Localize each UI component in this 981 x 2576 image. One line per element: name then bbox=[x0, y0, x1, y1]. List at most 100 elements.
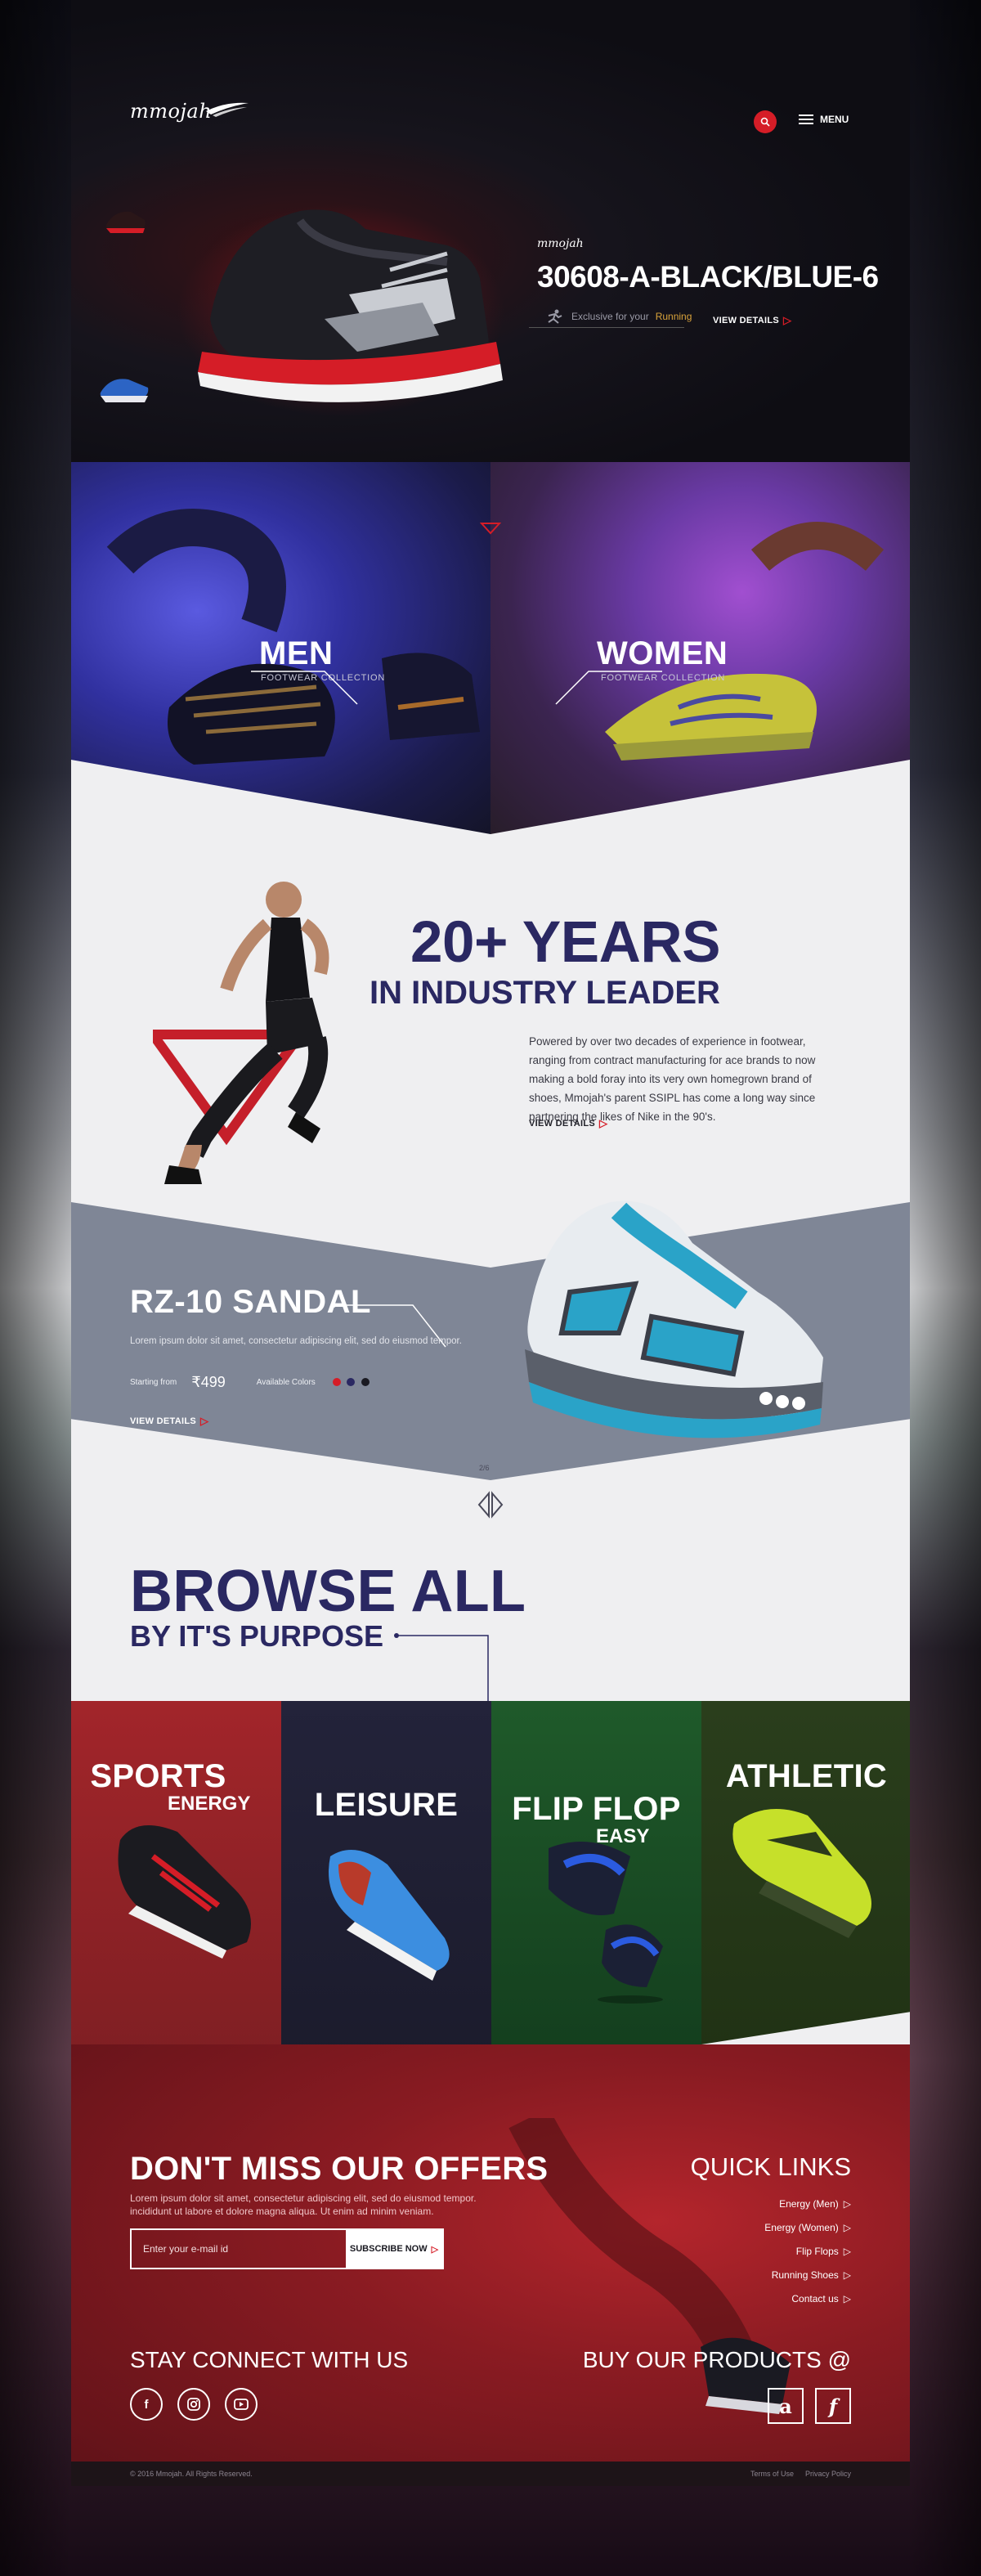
quick-links-list: Energy (Men) ▷ Energy (Women) ▷ Flip Flops… bbox=[764, 2192, 851, 2310]
flipflop-image bbox=[549, 1842, 663, 2004]
athletic-shoe-image bbox=[732, 1809, 871, 1938]
browse-subtitle: BY IT'S PURPOSE bbox=[130, 1619, 383, 1653]
chevron-right-icon: ▷ bbox=[783, 314, 792, 326]
quick-link-label: Contact us bbox=[791, 2292, 839, 2304]
terms-link[interactable]: Terms of Use bbox=[750, 2470, 794, 2478]
about-title-line2: IN INDUSTRY LEADER bbox=[370, 975, 720, 1011]
hero-shoe-image bbox=[177, 204, 504, 417]
starting-from-label: Starting from bbox=[130, 1378, 177, 1387]
view-details-label: VIEW DETAILS bbox=[529, 1119, 596, 1129]
flipkart-icon[interactable]: f bbox=[815, 2388, 851, 2424]
category-sports-title: SPORTS bbox=[90, 1758, 226, 1794]
gender-categories: MEN FOOTWEAR COLLECTION WOMEN FOOTWEAR C… bbox=[71, 462, 910, 834]
marketplace-links: a f bbox=[768, 2388, 851, 2424]
chevron-right-icon: ▷ bbox=[843, 2245, 851, 2257]
hero-brand: mmojah bbox=[537, 237, 584, 250]
quick-link-item[interactable]: Energy (Men) ▷ bbox=[764, 2192, 851, 2215]
category-flipflop-subtitle: EASY bbox=[596, 1825, 650, 1847]
email-input[interactable] bbox=[132, 2230, 346, 2268]
chevron-right-icon: ▷ bbox=[843, 2292, 851, 2304]
runner-athlete-image bbox=[153, 882, 329, 1184]
category-flipflop-title: FLIP FLOP bbox=[512, 1791, 681, 1827]
subscribe-form: SUBSCRIBE NOW ▷ bbox=[130, 2228, 444, 2269]
buy-title: BUY OUR PRODUCTS @ bbox=[582, 2347, 851, 2372]
women-category-card[interactable]: WOMEN FOOTWEAR COLLECTION bbox=[490, 462, 910, 834]
quick-link-label: Flip Flops bbox=[795, 2245, 839, 2257]
featured-view-details-link[interactable]: VIEW DETAILS ▷ bbox=[130, 1415, 208, 1428]
men-category-card[interactable]: MEN FOOTWEAR COLLECTION bbox=[71, 462, 490, 834]
slide-counter: 2/6 bbox=[479, 1464, 490, 1472]
about-view-details-link[interactable]: VIEW DETAILS ▷ bbox=[529, 1117, 607, 1130]
search-icon bbox=[760, 117, 770, 127]
about-title-line1: 20+ YEARS bbox=[410, 910, 721, 975]
women-title: WOMEN bbox=[597, 635, 728, 671]
floating-shoe-red-image bbox=[105, 211, 146, 233]
search-button[interactable] bbox=[754, 110, 777, 133]
browse-title: BROWSE ALL bbox=[130, 1559, 526, 1624]
privacy-link[interactable]: Privacy Policy bbox=[805, 2470, 851, 2478]
color-swatch-red[interactable] bbox=[332, 1377, 341, 1386]
offers-footer-section: DON'T MISS OUR OFFERS Lorem ipsum dolor … bbox=[71, 2044, 910, 2486]
quick-link-label: Energy (Men) bbox=[779, 2197, 839, 2210]
offers-title: DON'T MISS OUR OFFERS bbox=[130, 2151, 549, 2187]
view-details-label: VIEW DETAILS bbox=[713, 316, 780, 325]
quick-link-label: Running Shoes bbox=[771, 2269, 839, 2281]
category-sports-subtitle: ENERGY bbox=[168, 1793, 251, 1815]
subscribe-label: SUBSCRIBE NOW bbox=[349, 2244, 428, 2254]
floating-shoe-blue-image bbox=[100, 379, 149, 402]
hero-product-title: 30608-A-BLACK/BLUE-6 bbox=[537, 260, 879, 294]
view-details-label: VIEW DETAILS bbox=[130, 1416, 197, 1426]
hero-tag-prefix: Exclusive for your bbox=[571, 311, 649, 322]
right-backdrop bbox=[910, 0, 981, 2576]
hero-view-details-link[interactable]: VIEW DETAILS ▷ bbox=[713, 314, 791, 327]
quick-link-label: Energy (Women) bbox=[764, 2221, 839, 2233]
featured-price: ₹499 bbox=[191, 1374, 226, 1390]
chevron-right-icon: ▷ bbox=[200, 1415, 209, 1427]
quick-link-item[interactable]: Running Shoes ▷ bbox=[764, 2263, 851, 2287]
hero-tagline: Exclusive for your Running bbox=[544, 309, 692, 324]
category-athletic-title: ATHLETIC bbox=[725, 1758, 888, 1794]
facebook-icon[interactable]: f bbox=[130, 2388, 163, 2421]
youtube-icon[interactable] bbox=[225, 2388, 258, 2421]
hero-section: mmojah MENU mmojah 30608-A-BLACK/BLUE-6 … bbox=[71, 0, 910, 462]
leisure-shoe-image bbox=[329, 1850, 450, 1981]
chevron-right-icon: ▷ bbox=[843, 2221, 851, 2233]
featured-meta: Starting from ₹499 Available Colors bbox=[130, 1374, 370, 1391]
quick-link-item[interactable]: Flip Flops ▷ bbox=[764, 2239, 851, 2263]
menu-label: MENU bbox=[820, 114, 849, 125]
chevron-right-icon: ▷ bbox=[431, 2244, 439, 2255]
color-swatch-navy[interactable] bbox=[347, 1377, 356, 1386]
available-colors-label: Available Colors bbox=[256, 1378, 316, 1387]
connect-title: STAY CONNECT WITH US bbox=[130, 2347, 409, 2372]
subscribe-button[interactable]: SUBSCRIBE NOW ▷ bbox=[346, 2230, 442, 2268]
hero-tag-highlight: Running bbox=[655, 311, 692, 322]
amazon-icon[interactable]: a bbox=[768, 2388, 804, 2424]
chevron-right-icon: ▷ bbox=[599, 1117, 608, 1129]
featured-description: Lorem ipsum dolor sit amet, consectetur … bbox=[130, 1336, 462, 1346]
quick-links-title: QUICK LINKS bbox=[690, 2152, 851, 2181]
chevron-right-icon: ▷ bbox=[843, 2269, 851, 2281]
slider-next-icon[interactable] bbox=[491, 1491, 504, 1519]
slider-arrows bbox=[477, 1491, 504, 1519]
men-title-line bbox=[251, 671, 358, 705]
social-links: f bbox=[130, 2388, 258, 2421]
about-paragraph: Powered by over two decades of experienc… bbox=[529, 1035, 816, 1123]
instagram-icon[interactable] bbox=[177, 2388, 210, 2421]
footer-bar: © 2016 Mmojah. All Rights Reserved. Term… bbox=[71, 2462, 910, 2486]
color-swatches bbox=[330, 1376, 370, 1390]
chevron-right-icon: ▷ bbox=[843, 2197, 851, 2210]
quick-link-item[interactable]: Contact us ▷ bbox=[764, 2287, 851, 2310]
color-swatch-black[interactable] bbox=[361, 1377, 370, 1386]
featured-shoe-image bbox=[525, 1200, 823, 1438]
triangle-down-icon bbox=[480, 523, 501, 535]
page: mmojah MENU mmojah 30608-A-BLACK/BLUE-6 … bbox=[71, 0, 910, 2486]
logo-swoosh-icon bbox=[206, 102, 249, 117]
quick-link-item[interactable]: Energy (Women) ▷ bbox=[764, 2215, 851, 2239]
menu-button[interactable]: MENU bbox=[799, 114, 849, 125]
offers-text: Lorem ipsum dolor sit amet, consectetur … bbox=[130, 2192, 477, 2217]
runner-icon bbox=[548, 309, 562, 324]
left-backdrop bbox=[0, 0, 71, 2576]
logo[interactable]: mmojah bbox=[130, 100, 212, 123]
slider-prev-icon[interactable] bbox=[477, 1491, 490, 1519]
category-leisure-title: LEISURE bbox=[314, 1787, 459, 1823]
